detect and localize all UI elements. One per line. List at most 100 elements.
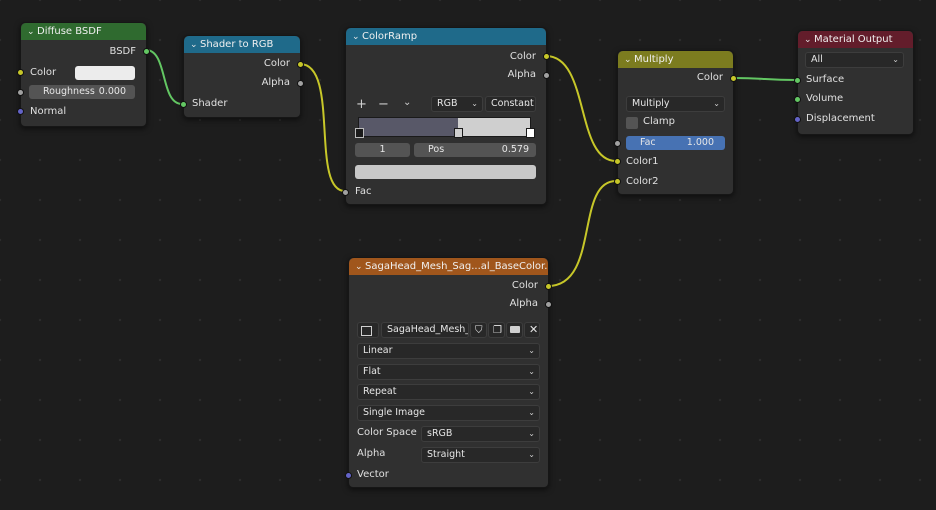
output-color-label: Color bbox=[511, 280, 538, 291]
input-shader-socket[interactable] bbox=[180, 101, 187, 108]
collapse-chevron-icon[interactable]: ⌄ bbox=[355, 259, 365, 275]
input-surface-socket[interactable] bbox=[794, 77, 801, 84]
output-color-socket[interactable] bbox=[730, 75, 737, 82]
input-volume-socket[interactable] bbox=[794, 96, 801, 103]
output-alpha-socket[interactable] bbox=[543, 72, 550, 79]
source-dropdown[interactable]: Single Image ⌄ bbox=[357, 405, 540, 421]
material-output-header[interactable]: ⌄ Material Output bbox=[798, 31, 913, 48]
color-ramp-header[interactable]: ⌄ ColorRamp bbox=[346, 28, 546, 45]
fake-user-button[interactable]: ⛉ bbox=[470, 322, 487, 338]
shader-to-rgb-node[interactable]: ⌄ Shader to RGB Color Alpha Shader bbox=[180, 35, 304, 118]
material-output-node[interactable]: ⌄ Material Output All ⌄ Surface Volume Dis… bbox=[794, 30, 914, 135]
diffuse-bsdf-node[interactable]: ⌄ Diffuse BSDF BSDF Color Roughness 0.000… bbox=[17, 22, 150, 127]
stop-index-field[interactable]: 1 bbox=[355, 143, 410, 157]
image-texture-header[interactable]: ⌄SagaHead_Mesh_Sag...al_BaseColor.png.00… bbox=[349, 258, 548, 275]
target-dropdown[interactable]: All ⌄ bbox=[805, 52, 904, 68]
collapse-chevron-icon[interactable]: ⌄ bbox=[352, 29, 362, 45]
image-name-field[interactable]: SagaHead_Mesh_... bbox=[381, 322, 469, 338]
input-fac-socket[interactable] bbox=[342, 189, 349, 196]
extension-value: Repeat bbox=[363, 386, 397, 397]
dropdown-arrow-icon: ⌄ bbox=[528, 387, 535, 396]
color-stop-2-icon[interactable] bbox=[526, 128, 535, 138]
folder-icon bbox=[510, 326, 520, 333]
remove-stop-icon[interactable]: − bbox=[378, 97, 389, 112]
roughness-field[interactable]: Roughness 0.000 bbox=[29, 85, 135, 99]
unlink-image-button[interactable]: ✕ bbox=[524, 322, 540, 338]
projection-dropdown[interactable]: Flat ⌄ bbox=[357, 364, 540, 380]
interpolation-dropdown[interactable]: Constant ⌄ bbox=[485, 96, 536, 112]
stop-color-swatch[interactable] bbox=[355, 165, 536, 179]
collapse-chevron-icon[interactable]: ⌄ bbox=[190, 37, 200, 53]
alpha-mode-label: Alpha bbox=[357, 448, 386, 459]
node-title: Material Output bbox=[814, 34, 893, 45]
projection-value: Flat bbox=[363, 366, 381, 377]
color-stop-0-icon[interactable] bbox=[355, 128, 364, 138]
output-color-socket[interactable] bbox=[545, 283, 552, 290]
stop-pos-field[interactable]: Pos 0.579 bbox=[414, 143, 536, 157]
output-color-socket[interactable] bbox=[297, 61, 304, 68]
input-vector-label: Vector bbox=[357, 469, 389, 480]
color-swatch[interactable] bbox=[75, 66, 135, 80]
collapse-chevron-icon[interactable]: ⌄ bbox=[27, 24, 37, 40]
alpha-mode-value: Straight bbox=[427, 449, 465, 460]
dropdown-arrow-icon: ⌄ bbox=[528, 450, 535, 459]
color-stop-1-icon[interactable] bbox=[454, 128, 463, 138]
output-alpha-label: Alpha bbox=[507, 69, 536, 80]
mix-rgb-multiply-node[interactable]: ⌄ Multiply Color Multiply ⌄ Clamp Fac 1.00… bbox=[614, 50, 737, 195]
target-value: All bbox=[811, 54, 823, 65]
node-title: Shader to RGB bbox=[200, 39, 274, 50]
color-mode-dropdown[interactable]: RGB ⌄ bbox=[431, 96, 483, 112]
extension-dropdown[interactable]: Repeat ⌄ bbox=[357, 384, 540, 400]
input-color1-socket[interactable] bbox=[614, 158, 621, 165]
input-volume-label: Volume bbox=[806, 93, 844, 104]
color-space-label: Color Space bbox=[357, 427, 417, 438]
alpha-mode-dropdown[interactable]: Straight ⌄ bbox=[421, 447, 540, 463]
open-image-button[interactable] bbox=[506, 322, 523, 338]
output-color-label: Color bbox=[509, 51, 536, 62]
input-normal-label: Normal bbox=[30, 106, 67, 117]
ramp-menu-chevron-icon[interactable]: ⌄ bbox=[403, 97, 411, 108]
blend-mode-dropdown[interactable]: Multiply ⌄ bbox=[626, 96, 725, 112]
color-space-dropdown[interactable]: sRGB ⌄ bbox=[421, 426, 540, 442]
collapse-chevron-icon[interactable]: ⌄ bbox=[804, 32, 814, 48]
input-surface-label: Surface bbox=[806, 74, 845, 85]
fac-field[interactable]: Fac 1.000 bbox=[626, 136, 725, 150]
fac-label: Fac bbox=[640, 137, 656, 148]
output-bsdf-socket[interactable] bbox=[143, 48, 150, 55]
output-alpha-socket[interactable] bbox=[545, 301, 552, 308]
input-fac-socket[interactable] bbox=[614, 140, 621, 147]
roughness-label: Roughness bbox=[43, 86, 95, 97]
image-browse-button[interactable] bbox=[357, 322, 379, 338]
node-title: SagaHead_Mesh_Sag...al_BaseColor.png.001 bbox=[365, 261, 548, 272]
output-alpha-socket[interactable] bbox=[297, 80, 304, 87]
color-ramp-node[interactable]: ⌄ ColorRamp Color Alpha + − ⌄ RGB ⌄ Consta… bbox=[342, 27, 550, 205]
input-vector-socket[interactable] bbox=[345, 472, 352, 479]
link-ramp-color-to-color1 bbox=[545, 55, 617, 162]
output-color-socket[interactable] bbox=[543, 53, 550, 60]
clamp-checkbox[interactable] bbox=[626, 117, 638, 129]
collapse-chevron-icon[interactable]: ⌄ bbox=[624, 52, 634, 68]
blend-mode-value: Multiply bbox=[632, 98, 670, 109]
input-color2-socket[interactable] bbox=[614, 178, 621, 185]
diffuse-bsdf-header[interactable]: ⌄ Diffuse BSDF bbox=[21, 23, 146, 40]
fac-value: 1.000 bbox=[686, 137, 714, 148]
add-stop-icon[interactable]: + bbox=[356, 97, 367, 112]
dropdown-arrow-icon: ⌄ bbox=[528, 408, 535, 417]
input-normal-socket[interactable] bbox=[17, 108, 24, 115]
output-alpha-label: Alpha bbox=[509, 298, 538, 309]
output-color-label: Color bbox=[696, 72, 723, 83]
close-icon: ✕ bbox=[529, 323, 539, 336]
link-texture-color-to-color2 bbox=[547, 180, 617, 287]
input-color-socket[interactable] bbox=[17, 69, 24, 76]
link-multiply-to-surface bbox=[732, 77, 797, 81]
interpolation-dropdown[interactable]: Linear ⌄ bbox=[357, 343, 540, 359]
color-ramp-gradient[interactable] bbox=[358, 117, 531, 137]
stop-index-value: 1 bbox=[379, 144, 386, 155]
duplicate-image-button[interactable]: ❐ bbox=[488, 322, 505, 338]
multiply-header[interactable]: ⌄ Multiply bbox=[618, 51, 733, 68]
image-texture-node[interactable]: ⌄SagaHead_Mesh_Sag...al_BaseColor.png.00… bbox=[345, 257, 552, 488]
shader-to-rgb-header[interactable]: ⌄ Shader to RGB bbox=[184, 36, 300, 53]
input-roughness-socket[interactable] bbox=[17, 89, 24, 96]
output-color-label: Color bbox=[263, 58, 290, 69]
input-displacement-socket[interactable] bbox=[794, 116, 801, 123]
